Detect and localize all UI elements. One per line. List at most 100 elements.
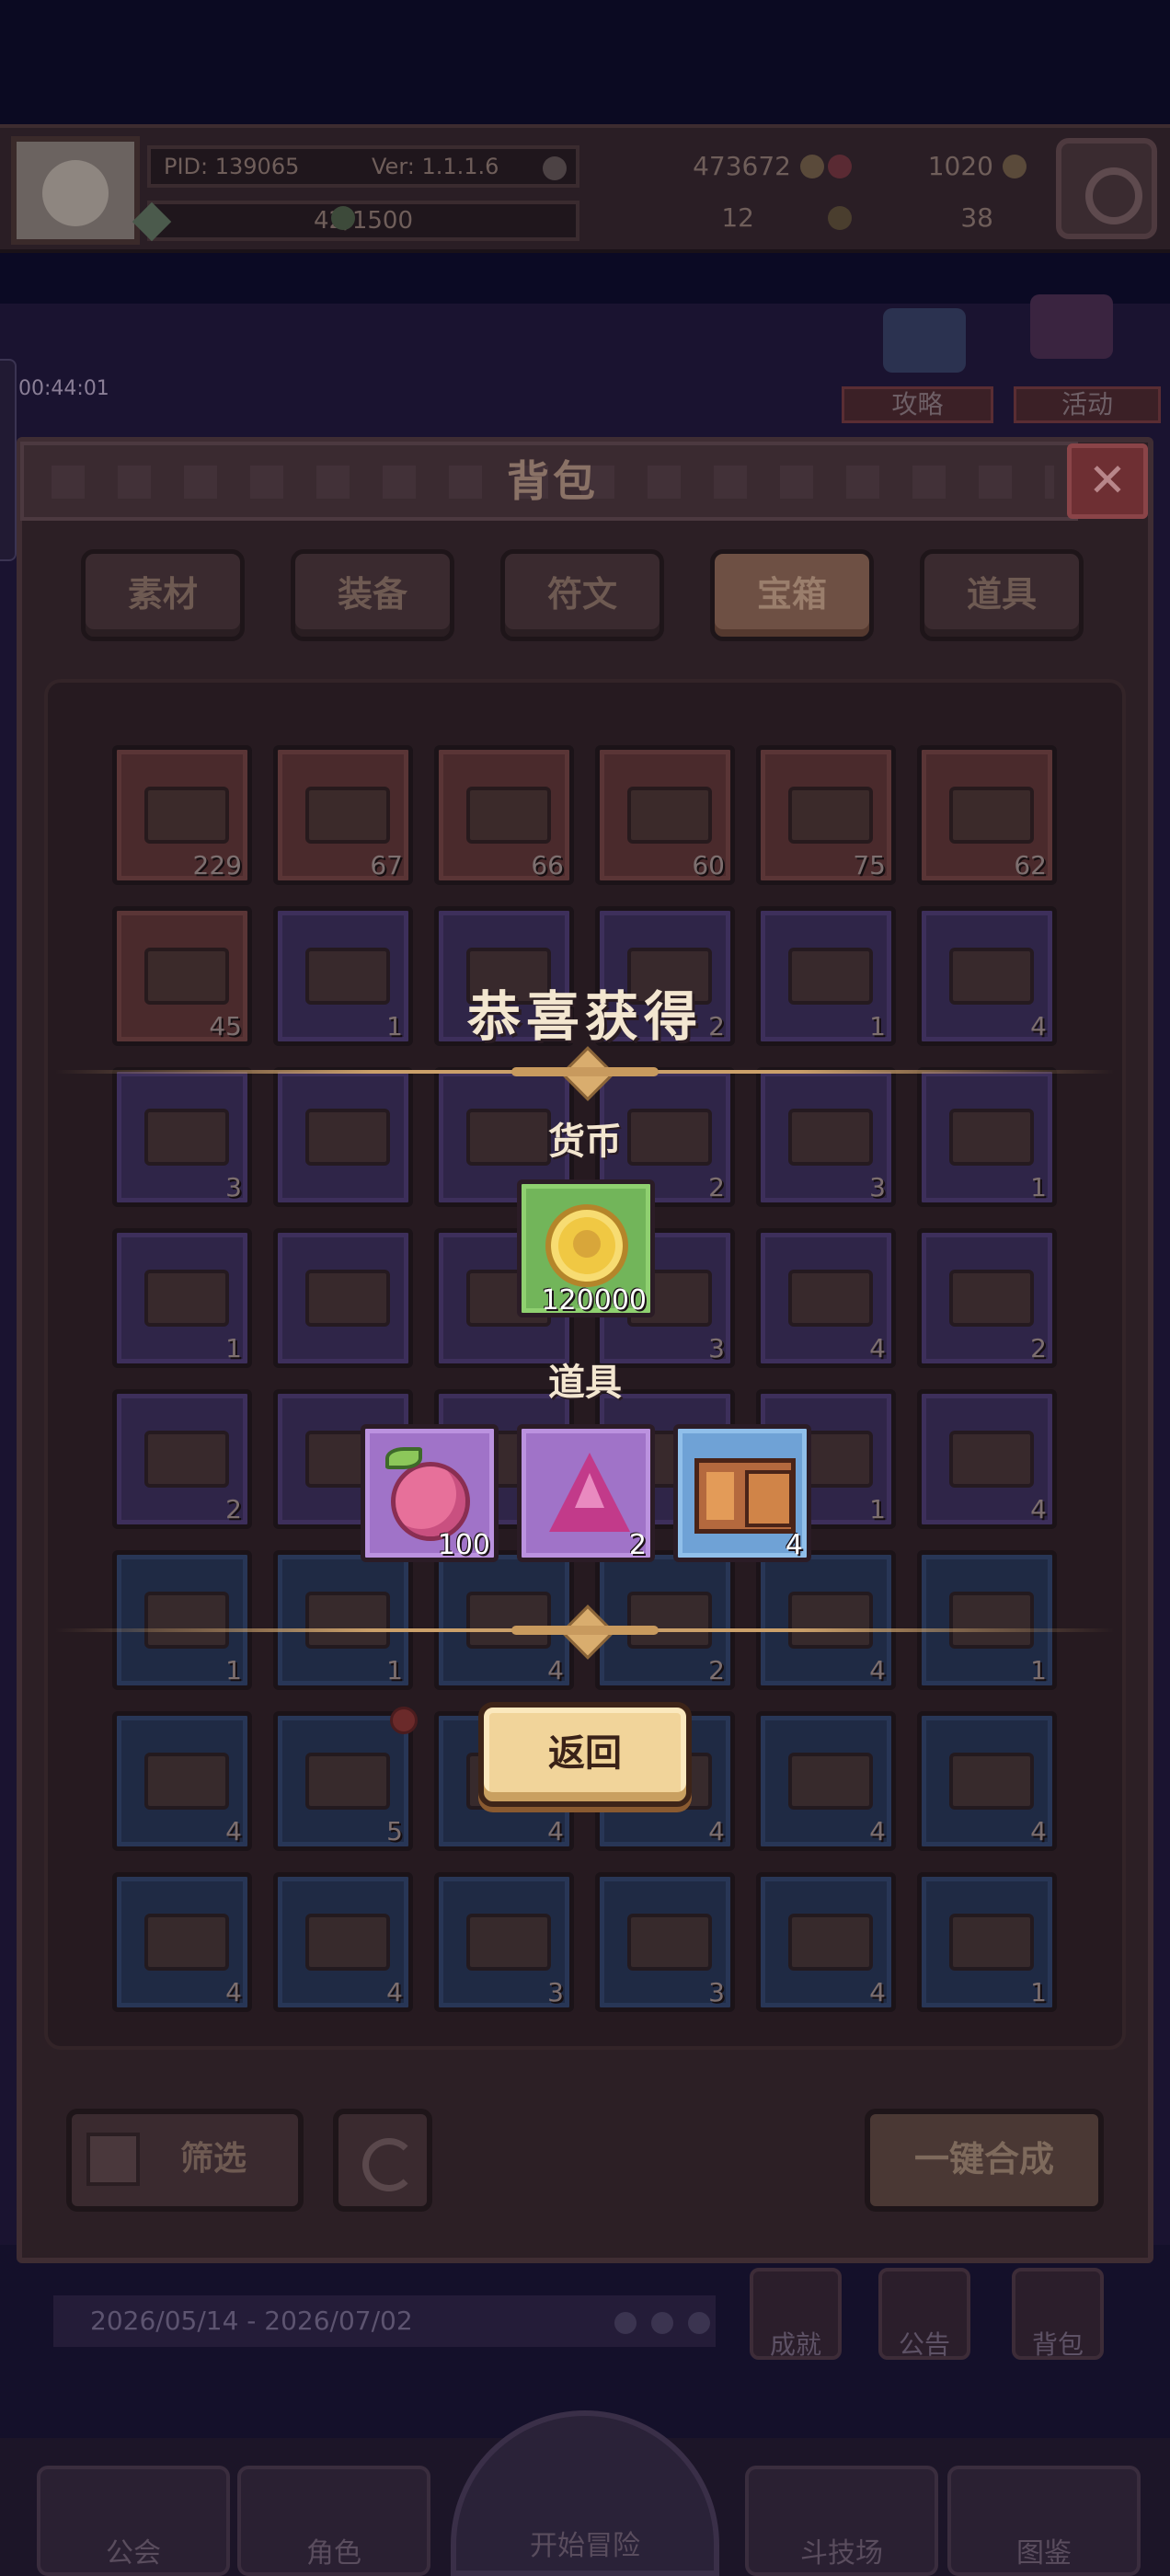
chest-icon xyxy=(305,1270,390,1327)
slot-count: 3 xyxy=(547,1977,564,2007)
notice-button[interactable]: 公告 xyxy=(878,2268,970,2360)
slot-count: 62 xyxy=(1014,850,1047,880)
tab-2[interactable]: 符文 xyxy=(500,549,664,641)
inventory-slot[interactable]: 4 xyxy=(917,1389,1057,1529)
inventory-slot[interactable]: 1 xyxy=(112,1228,252,1368)
inventory-slot[interactable]: 75 xyxy=(756,745,896,885)
slot-count: 1 xyxy=(869,1494,886,1524)
inventory-slot[interactable]: 3 xyxy=(434,1872,574,2012)
inventory-slot[interactable]: 62 xyxy=(917,745,1057,885)
slot-count: 75 xyxy=(853,850,886,880)
inventory-slot[interactable]: 66 xyxy=(434,745,574,885)
slot-count: 4 xyxy=(225,1977,242,2007)
settings-button[interactable] xyxy=(1056,138,1157,239)
chest-icon xyxy=(305,1914,390,1971)
reward-currency-slot[interactable]: 120000 xyxy=(517,1179,655,1317)
balloon-icon[interactable] xyxy=(1030,294,1113,359)
achievement-button[interactable]: 成就 xyxy=(750,2268,842,2360)
inventory-slot[interactable]: 4 xyxy=(112,1872,252,2012)
inventory-slot[interactable]: 4 xyxy=(756,1711,896,1851)
achievement-label: 成就 xyxy=(769,2329,821,2360)
top-ornament xyxy=(511,1058,659,1086)
nav-codex[interactable]: 图鉴 xyxy=(947,2466,1141,2576)
chest-icon xyxy=(627,1914,712,1971)
bottom-ornament xyxy=(511,1616,659,1644)
slot-count: 3 xyxy=(708,1977,725,2007)
inventory-slot[interactable]: 60 xyxy=(595,745,735,885)
notice-label: 公告 xyxy=(898,2329,950,2360)
reward-qty: 4 xyxy=(785,1529,803,1561)
chest-icon xyxy=(788,787,873,844)
reward-qty: 120000 xyxy=(541,1284,647,1317)
gold-counter: 473672 xyxy=(589,145,824,188)
reward-qty: 2 xyxy=(628,1529,647,1561)
add-gem-icon[interactable] xyxy=(1003,155,1027,178)
chest-icon xyxy=(466,787,551,844)
bag-label: 背包 xyxy=(1031,2329,1084,2360)
inventory-slot[interactable]: 1 xyxy=(273,1550,413,1690)
inventory-slot[interactable]: 4 xyxy=(756,1550,896,1690)
inventory-slot[interactable]: 1 xyxy=(112,1550,252,1690)
nav-character[interactable]: 角色 xyxy=(237,2466,430,2576)
inventory-slot[interactable]: 3 xyxy=(595,1872,735,2012)
nav-arena[interactable]: 斗技场 xyxy=(745,2466,938,2576)
inventory-slot[interactable]: 4 xyxy=(756,1228,896,1368)
items-section-label: 道具 xyxy=(548,1362,622,1404)
chest-icon xyxy=(788,1753,873,1810)
chest-icon xyxy=(144,787,229,844)
tab-4[interactable]: 道具 xyxy=(920,549,1084,641)
close-button[interactable]: ✕ xyxy=(1067,443,1148,519)
tab-1[interactable]: 装备 xyxy=(291,549,454,641)
gold-coin-icon xyxy=(545,1204,628,1287)
guide-icon[interactable] xyxy=(883,308,966,373)
side-drawer-tab[interactable] xyxy=(0,359,17,561)
inventory-slot[interactable]: 229 xyxy=(112,745,252,885)
crystal-highlight xyxy=(575,1473,604,1508)
slot-count: 2 xyxy=(225,1494,242,1524)
reward-item-slot[interactable]: 100 xyxy=(361,1424,499,1562)
slot-count: 4 xyxy=(869,1977,886,2007)
guide-button[interactable]: 攻略 xyxy=(842,386,993,423)
inventory-slot[interactable]: 4 xyxy=(273,1872,413,2012)
banner-page-dot xyxy=(651,2312,673,2334)
inventory-slot[interactable]: 4 xyxy=(917,1711,1057,1851)
nav-arena-label: 斗技场 xyxy=(800,2537,883,2570)
chest-icon xyxy=(694,1458,796,1534)
reward-item-slot[interactable]: 4 xyxy=(673,1424,811,1562)
slot-count: 3 xyxy=(869,1172,886,1202)
inventory-slot[interactable]: 1 xyxy=(917,1872,1057,2012)
inventory-slot[interactable]: 1 xyxy=(917,1550,1057,1690)
tab-3[interactable]: 宝箱 xyxy=(710,549,874,641)
player-id: PID: 139065 xyxy=(164,154,300,179)
reward-title: 恭喜获得 xyxy=(466,985,703,1048)
activity-button[interactable]: 活动 xyxy=(1014,386,1161,423)
slot-count: 2 xyxy=(708,1655,725,1685)
copy-icon[interactable] xyxy=(543,156,567,180)
gem-icon xyxy=(828,155,852,178)
event-banner[interactable]: 2026/05/14 - 2026/07/02 xyxy=(53,2295,716,2347)
clover-counter: 12 xyxy=(331,197,754,239)
exp-value: 42/1500 xyxy=(313,207,413,235)
inventory-slot[interactable]: 2 xyxy=(917,1228,1057,1368)
chest-icon xyxy=(788,1592,873,1649)
inventory-slot[interactable]: 4 xyxy=(112,1711,252,1851)
leaf-icon xyxy=(385,1447,422,1469)
slot-count: 4 xyxy=(1030,1494,1047,1524)
reward-item-slot[interactable]: 2 xyxy=(517,1424,655,1562)
refresh-button[interactable] xyxy=(333,2109,432,2212)
inventory-slot[interactable]: 67 xyxy=(273,745,413,885)
inventory-slot[interactable]: 2 xyxy=(112,1389,252,1529)
bag-title-bar: 背包 xyxy=(20,442,1078,521)
player-avatar[interactable] xyxy=(11,136,140,245)
inventory-slot[interactable] xyxy=(273,1228,413,1368)
inventory-slot[interactable]: 5 xyxy=(273,1707,418,1851)
one-click-merge-button[interactable]: 一键合成 xyxy=(865,2109,1104,2212)
filter-button[interactable]: 筛选 xyxy=(66,2109,304,2212)
nav-guild[interactable]: 公会 xyxy=(37,2466,230,2576)
new-badge-icon xyxy=(390,1707,418,1734)
inventory-slot[interactable]: 4 xyxy=(756,1872,896,2012)
key-value: 38 xyxy=(960,202,993,233)
tab-0[interactable]: 素材 xyxy=(81,549,245,641)
bag-button[interactable]: 背包 xyxy=(1012,2268,1104,2360)
return-button[interactable]: 返回 xyxy=(478,1702,692,1807)
